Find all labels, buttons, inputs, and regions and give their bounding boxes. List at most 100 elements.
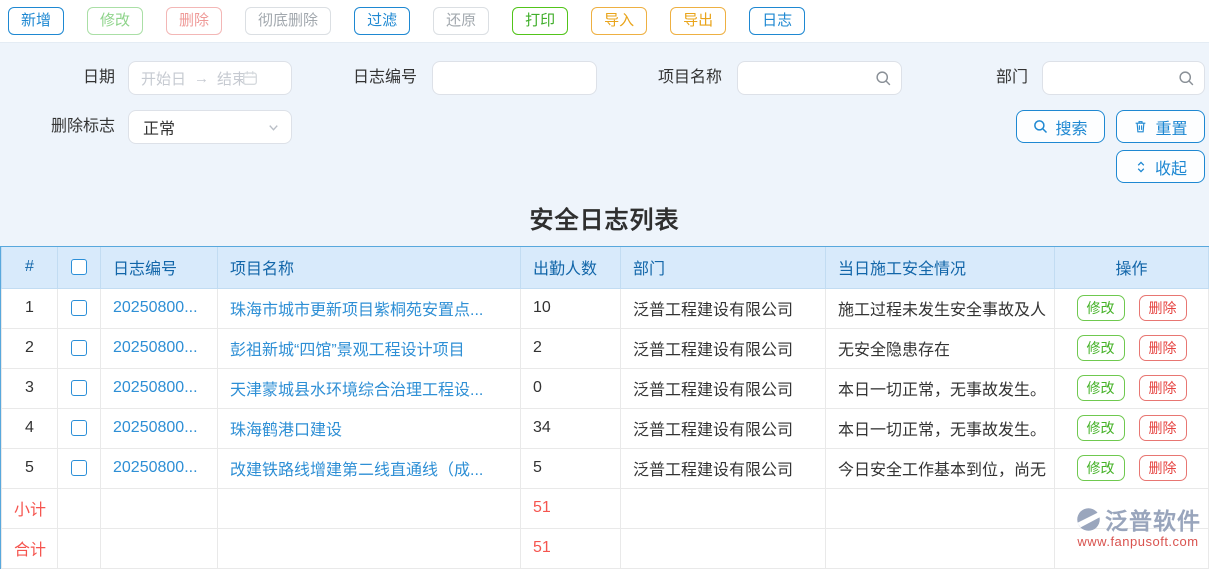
- row-edit-button[interactable]: 修改: [1076, 335, 1125, 361]
- project-cell: 珠海鹤港口建设: [217, 407, 521, 449]
- delete-button[interactable]: 删除: [166, 7, 223, 35]
- row-checkbox[interactable]: [71, 300, 87, 316]
- dept-cell: 泛普工程建设有限公司: [620, 447, 826, 489]
- delete-flag-value: 正常: [143, 121, 176, 138]
- row-delete-button[interactable]: 删除: [1138, 295, 1187, 321]
- search-icon[interactable]: [1178, 70, 1195, 87]
- safety-cell: 今日安全工作基本到位，尚无: [825, 447, 1055, 489]
- row-checkbox-cell: [57, 447, 101, 489]
- row-edit-button[interactable]: 修改: [1076, 415, 1125, 441]
- search-icon[interactable]: [875, 70, 892, 87]
- search-icon: [1033, 119, 1048, 134]
- empty-cell: [1054, 527, 1209, 569]
- project-link[interactable]: 彭祖新城“四馆”景观工程设计项目: [230, 342, 465, 359]
- log-table-container: # 日志编号 项目名称 出勤人数 部门 当日施工安全情况 操作 1 202508…: [0, 246, 1209, 569]
- table-row: 3 20250800... 天津蒙城县水环境综合治理工程设... 0 泛普工程建…: [1, 367, 1209, 409]
- log-no-link[interactable]: 20250800...: [113, 459, 198, 476]
- empty-cell: [620, 487, 826, 529]
- row-edit-button[interactable]: 修改: [1076, 375, 1125, 401]
- log-no-link[interactable]: 20250800...: [113, 419, 198, 436]
- attendance-cell: 5: [520, 447, 621, 489]
- row-index: 2: [1, 327, 58, 369]
- top-toolbar: 新增 修改 删除 彻底删除 过滤 还原 打印 导入 导出 日志: [0, 0, 1209, 42]
- print-button[interactable]: 打印: [512, 7, 569, 35]
- project-link[interactable]: 改建铁路线增建第二线直通线（成...: [230, 462, 483, 479]
- header-attendance: 出勤人数: [520, 247, 621, 289]
- header-log-no: 日志编号: [100, 247, 218, 289]
- dept-cell: 泛普工程建设有限公司: [620, 327, 826, 369]
- row-checkbox[interactable]: [71, 460, 87, 476]
- restore-button[interactable]: 还原: [433, 7, 490, 35]
- page-title: 安全日志列表: [529, 207, 680, 234]
- safety-cell: 施工过程未发生安全事故及人: [825, 287, 1055, 329]
- table-row: 5 20250800... 改建铁路线增建第二线直通线（成... 5 泛普工程建…: [1, 447, 1209, 489]
- row-delete-button[interactable]: 删除: [1138, 375, 1187, 401]
- import-button[interactable]: 导入: [591, 7, 648, 35]
- project-cell: 珠海市城市更新项目紫桐苑安置点...: [217, 287, 521, 329]
- collapse-icon: [1134, 160, 1148, 174]
- row-edit-button[interactable]: 修改: [1076, 455, 1125, 481]
- empty-cell: [620, 527, 826, 569]
- log-no-cell: 20250800...: [100, 287, 218, 329]
- log-no-link[interactable]: 20250800...: [113, 379, 198, 396]
- empty-cell: [825, 527, 1055, 569]
- project-cell: 改建铁路线增建第二线直通线（成...: [217, 447, 521, 489]
- log-no-link[interactable]: 20250800...: [113, 339, 198, 356]
- search-button[interactable]: 搜索: [1016, 110, 1105, 143]
- search-button-label: 搜索: [1055, 120, 1088, 138]
- empty-cell: [1054, 487, 1209, 529]
- project-link[interactable]: 珠海市城市更新项目紫桐苑安置点...: [230, 302, 483, 319]
- row-checkbox-cell: [57, 327, 101, 369]
- attendance-cell: 0: [520, 367, 621, 409]
- filter-panel: 日期 开始日 → 结束 日志编号 项目名称 部门 删除标志 正常 搜索 重置 收…: [0, 42, 1209, 189]
- table-row: 2 20250800... 彭祖新城“四馆”景观工程设计项目 2 泛普工程建设有…: [1, 327, 1209, 369]
- reset-button[interactable]: 重置: [1116, 110, 1205, 143]
- row-index: 5: [1, 447, 58, 489]
- log-no-link[interactable]: 20250800...: [113, 299, 198, 316]
- project-link[interactable]: 天津蒙城县水环境综合治理工程设...: [230, 382, 483, 399]
- row-checkbox[interactable]: [71, 420, 87, 436]
- log-no-cell: 20250800...: [100, 407, 218, 449]
- row-checkbox-cell: [57, 367, 101, 409]
- row-index: 3: [1, 367, 58, 409]
- log-button[interactable]: 日志: [749, 7, 806, 35]
- safety-cell: 无安全隐患存在: [825, 327, 1055, 369]
- logno-input[interactable]: [433, 62, 596, 94]
- filter-button[interactable]: 过滤: [354, 7, 411, 35]
- attendance-cell: 34: [520, 407, 621, 449]
- header-checkbox-cell: [57, 247, 101, 289]
- project-input-box: [737, 61, 902, 95]
- row-checkbox[interactable]: [71, 380, 87, 396]
- project-link[interactable]: 珠海鹤港口建设: [230, 422, 342, 439]
- row-index: 1: [1, 287, 58, 329]
- total-label: 合计: [1, 527, 58, 569]
- export-button[interactable]: 导出: [670, 7, 727, 35]
- chevron-down-icon: [266, 120, 281, 135]
- dept-filter-label: 部门: [995, 69, 1028, 86]
- calendar-icon: [241, 69, 259, 87]
- date-range-input[interactable]: 开始日 → 结束: [128, 61, 292, 95]
- collapse-button[interactable]: 收起: [1116, 150, 1205, 183]
- empty-cell: [217, 487, 521, 529]
- safety-cell: 本日一切正常，无事故发生。: [825, 367, 1055, 409]
- add-button[interactable]: 新增: [8, 7, 65, 35]
- subtotal-attendance: 51: [520, 487, 621, 529]
- edit-button[interactable]: 修改: [87, 7, 144, 35]
- select-all-checkbox[interactable]: [71, 259, 87, 276]
- row-delete-button[interactable]: 删除: [1138, 335, 1187, 361]
- row-checkbox-cell: [57, 287, 101, 329]
- table-row: 1 20250800... 珠海市城市更新项目紫桐苑安置点... 10 泛普工程…: [1, 287, 1209, 329]
- row-delete-button[interactable]: 删除: [1138, 455, 1187, 481]
- delete-flag-select[interactable]: 正常: [128, 110, 292, 144]
- purge-button[interactable]: 彻底删除: [245, 7, 332, 35]
- arrow-right-icon: →: [194, 69, 210, 87]
- collapse-button-label: 收起: [1154, 160, 1187, 178]
- date-start-placeholder: 开始日: [141, 70, 187, 88]
- row-edit-button[interactable]: 修改: [1076, 295, 1125, 321]
- empty-cell: [100, 527, 218, 569]
- actions-cell: 修改 删除: [1054, 327, 1209, 369]
- actions-cell: 修改 删除: [1054, 367, 1209, 409]
- row-delete-button[interactable]: 删除: [1138, 415, 1187, 441]
- row-checkbox[interactable]: [71, 340, 87, 356]
- logno-filter-label: 日志编号: [352, 69, 417, 86]
